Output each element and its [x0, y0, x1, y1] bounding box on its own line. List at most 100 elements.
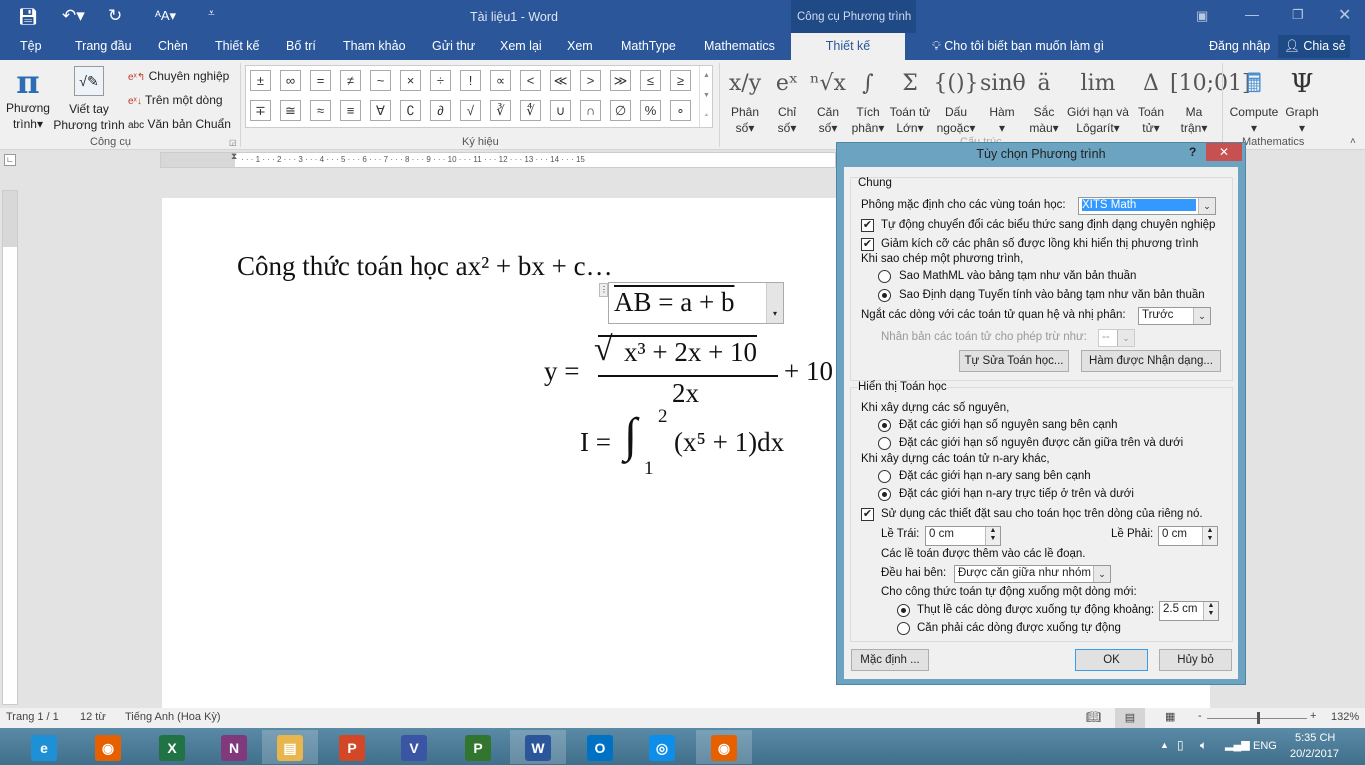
undo-icon[interactable]: ↶▾ [62, 6, 85, 26]
taskbar-app-firefox[interactable]: ◉ [86, 730, 130, 764]
tell-me-search[interactable]: 💡︎ Cho tôi biết bạn muốn làm gì [932, 39, 1104, 54]
print-layout-icon[interactable]: ▤ [1115, 708, 1145, 728]
structure-button[interactable]: ä Sắc màu▾ [1024, 64, 1064, 136]
symbol-button[interactable]: ≈ [310, 100, 331, 121]
language-status[interactable]: Tiếng Anh (Hoa Kỳ) [125, 711, 221, 723]
cancel-button[interactable]: Hủy bỏ [1159, 649, 1232, 671]
dialog-launcher-icon[interactable]: ◲ [229, 138, 237, 147]
equation-container[interactable]: ⋮ AB = a + b ▾ [599, 282, 784, 324]
structure-button[interactable]: ∫ Tích phân▾ [848, 64, 888, 136]
wrap-indent-radio[interactable] [897, 604, 910, 617]
nary-above-radio[interactable] [878, 488, 891, 501]
taskbar-app-powerpoint[interactable]: P [330, 730, 374, 764]
taskbar-app-project[interactable]: P [456, 730, 500, 764]
compute-button[interactable]: 🖩︎ Compute ▾ [1226, 64, 1282, 136]
normal-text-button[interactable]: abc Văn bản Chuẩn [128, 113, 231, 137]
indent-marker[interactable]: ⧗ [231, 151, 237, 162]
equation-y-lhs[interactable]: y = [544, 356, 579, 387]
equation-handle[interactable]: ⋮ [599, 283, 608, 297]
dialog-close-button[interactable]: ✕ [1206, 143, 1242, 161]
close-button[interactable]: ✕ [1338, 5, 1351, 25]
copy-mathml-radio[interactable] [878, 270, 891, 283]
symbol-button[interactable]: % [640, 100, 661, 121]
taskbar-app-onenote[interactable]: N [212, 730, 256, 764]
network-icon[interactable]: ▂▄▆ [1225, 738, 1250, 751]
symbol-button[interactable]: ∓ [250, 100, 271, 121]
zoom-in-button[interactable]: + [1310, 710, 1316, 722]
tab-design[interactable]: Thiết kế [215, 39, 259, 53]
symbol-button[interactable]: < [520, 70, 541, 91]
ok-button[interactable]: OK [1075, 649, 1148, 671]
spinner-icon[interactable]: ▲ ▼ [1203, 602, 1218, 620]
equation-integral-lhs[interactable]: I = [580, 427, 611, 458]
tab-equation-design[interactable]: Thiết kế [791, 33, 905, 60]
page-count[interactable]: Trang 1 / 1 [6, 711, 59, 723]
right-margin-input[interactable]: 0 cm ▲ ▼ [1158, 526, 1218, 546]
symbol-button[interactable]: ! [460, 70, 481, 91]
symbol-button[interactable]: √ [460, 100, 481, 121]
linear-button[interactable]: eˣ↓ Trên một dòng [128, 89, 231, 113]
auto-convert-checkbox[interactable]: ✔ [861, 219, 874, 232]
volume-icon[interactable]: 🔈︎ [1200, 738, 1207, 753]
professional-button[interactable]: eˣ↰ Chuyên nghiệp [128, 65, 231, 89]
symbol-button[interactable]: ≫ [610, 70, 631, 91]
font-size-icon[interactable]: ᴬA▾ [155, 8, 176, 24]
equation-vector[interactable]: AB = a + b [614, 287, 734, 318]
wrap-right-radio[interactable] [897, 622, 910, 635]
symbol-button[interactable]: ∘ [670, 100, 691, 121]
tab-layout[interactable]: Bố trí [286, 39, 316, 53]
recognized-functions-button[interactable]: Hàm được Nhận dạng... [1081, 350, 1221, 372]
structure-button[interactable]: sinθ Hàm ▾ [980, 64, 1026, 136]
clock-time[interactable]: 5:35 CH [1295, 732, 1335, 744]
show-hidden-icons[interactable]: ▲ [1160, 740, 1169, 750]
equation-y-tail[interactable]: + 10 [784, 356, 833, 387]
equation-y-numerator[interactable]: √ x³ + 2x + 10 [594, 331, 758, 368]
document-text-line[interactable]: Công thức toán học ax² + bx + c… [237, 251, 613, 282]
wrap-indent-input[interactable]: 2.5 cm ▲ ▼ [1159, 601, 1219, 621]
tab-mathtype[interactable]: MathType [621, 39, 676, 53]
nary-side-radio[interactable] [878, 470, 891, 483]
vertical-ruler[interactable] [2, 190, 18, 705]
tab-review[interactable]: Xem lại [500, 39, 542, 53]
equation-button[interactable]: π Phương trình▾ [2, 64, 54, 132]
tab-mailings[interactable]: Gửi thư [432, 39, 475, 53]
tab-references[interactable]: Tham khảo [343, 39, 406, 53]
zoom-out-button[interactable]: - [1198, 710, 1202, 722]
symbol-button[interactable]: ≤ [640, 70, 661, 91]
structure-button[interactable]: Δ Toán tử▾ [1132, 64, 1170, 136]
equation-options-dropdown[interactable]: ▾ [766, 283, 783, 323]
integral-body[interactable]: (x⁵ + 1)dx [674, 427, 784, 458]
collapse-ribbon-icon[interactable]: ˄ [1350, 136, 1356, 147]
symbol-button[interactable]: ∛ [490, 100, 511, 121]
save-icon[interactable]: 💾︎ [18, 7, 38, 27]
display-settings-checkbox[interactable]: ✔ [861, 508, 874, 521]
symbol-button[interactable]: ≠ [340, 70, 361, 91]
symbol-button[interactable]: ~ [370, 70, 391, 91]
symbol-button[interactable]: = [310, 70, 331, 91]
symbol-button[interactable]: > [580, 70, 601, 91]
symbol-button[interactable]: ∅ [610, 100, 631, 121]
symbol-button[interactable]: ≡ [340, 100, 361, 121]
symbol-button[interactable]: ∂ [430, 100, 451, 121]
redo-icon[interactable]: ↻ [108, 6, 122, 26]
battery-icon[interactable]: ▯ [1177, 738, 1184, 752]
reduce-fractions-checkbox[interactable]: ✔ [861, 238, 874, 251]
horizontal-ruler[interactable]: ⧗ · · · 1 · · · 2 · · · 3 · · · 4 · · · … [160, 151, 836, 168]
symbol-button[interactable]: ∪ [550, 100, 571, 121]
spinner-icon[interactable]: ▲ ▼ [1202, 527, 1217, 545]
word-count[interactable]: 12 từ [80, 711, 106, 723]
taskbar-app-internet-explorer[interactable]: e [22, 730, 66, 764]
math-autocorrect-button[interactable]: Tự Sửa Toán học... [959, 350, 1069, 372]
integral-side-radio[interactable] [878, 419, 891, 432]
equation-y-denominator[interactable]: 2x [672, 378, 699, 409]
break-lines-select[interactable]: Trước ⌄ [1138, 307, 1211, 325]
taskbar-app-file-explorer[interactable]: ▤ [262, 730, 318, 764]
symbol-button[interactable]: ∩ [580, 100, 601, 121]
input-language[interactable]: ENG [1253, 740, 1277, 752]
structure-button[interactable]: [10;01] Ma trận▾ [1170, 64, 1251, 136]
sign-in-link[interactable]: Đăng nhập [1209, 39, 1270, 53]
taskbar-app-visio[interactable]: V [392, 730, 436, 764]
zoom-level[interactable]: 132% [1331, 711, 1359, 723]
symbol-button[interactable]: × [400, 70, 421, 91]
gallery-scroll[interactable]: ▲ ▼ ⩡ [699, 66, 713, 127]
